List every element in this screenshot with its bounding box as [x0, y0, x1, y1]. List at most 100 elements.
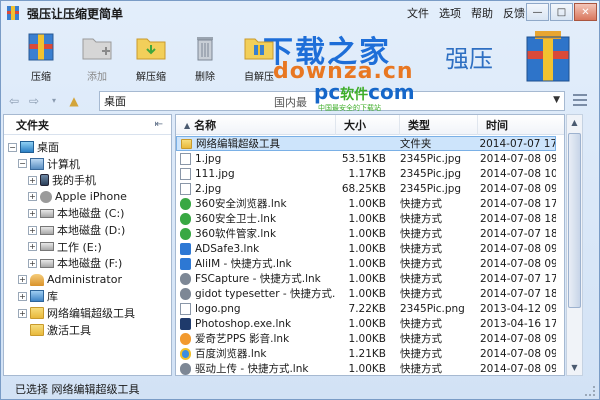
collapse-icon[interactable]: −	[8, 142, 17, 152]
back-arrow-icon[interactable]: ⇦	[7, 94, 21, 108]
cell-time: 2013-04-16 17:...	[480, 317, 556, 330]
table-row[interactable]: 360软件管家.lnk 1.00KB 快捷方式 2014-07-07 18:...	[176, 226, 556, 241]
column-time[interactable]: 时间	[478, 115, 564, 135]
minimize-button[interactable]: —	[526, 3, 549, 21]
tree-item-label: Administrator	[47, 273, 122, 287]
table-row[interactable]: Photoshop.exe.lnk 1.00KB 快捷方式 2013-04-16 17…	[176, 316, 556, 331]
table-row[interactable]: 百度浏览器.lnk 1.21KB 快捷方式 2014-07-08 09:...	[176, 346, 556, 361]
sort-asc-icon: ▲	[184, 120, 191, 130]
expand-icon[interactable]: +	[18, 291, 27, 301]
tree-item[interactable]: 激活工具	[18, 322, 91, 338]
table-row[interactable]: 111.jpg 1.17KB 2345Pic.jpg 2014-07-08 10:..…	[176, 166, 556, 181]
delete-button[interactable]: 删除	[183, 31, 227, 83]
tree-item[interactable]: − 桌面	[8, 139, 59, 155]
file-name: FSCapture - 快捷方式.lnk	[195, 273, 321, 285]
tree-item[interactable]: + 工作 (E:)	[28, 239, 102, 255]
tree-item[interactable]: + Administrator	[18, 272, 122, 288]
path-dropdown-icon[interactable]: ▼	[553, 95, 560, 105]
menu-file[interactable]: 文件	[407, 5, 429, 21]
shortcut-icon	[180, 287, 191, 300]
phone-icon	[40, 174, 49, 187]
extract-label: 解压缩	[136, 72, 166, 83]
forward-arrow-icon[interactable]: ⇨	[27, 94, 41, 108]
expand-icon[interactable]	[18, 325, 27, 334]
table-row[interactable]: ADSafe3.lnk 1.00KB 快捷方式 2014-07-08 09:...	[176, 241, 556, 256]
tree-item-label: 本地磁盘 (F:)	[57, 257, 123, 271]
compress-label: 压缩	[31, 72, 51, 83]
column-type[interactable]: 类型	[400, 115, 478, 135]
close-button[interactable]: ✕	[574, 3, 597, 21]
tree-item-label: 我的手机	[52, 174, 96, 188]
scroll-up-icon[interactable]: ▲	[567, 115, 582, 130]
cell-name: 111.jpg	[176, 167, 336, 180]
table-row[interactable]: 驱动上传 - 快捷方式.lnk 1.00KB 快捷方式 2014-07-08 09:.…	[176, 361, 556, 375]
pc-logo-tail: 软件	[340, 87, 369, 103]
expand-icon[interactable]: +	[28, 258, 37, 268]
scroll-thumb[interactable]	[568, 133, 581, 308]
maximize-button[interactable]: □	[550, 3, 573, 21]
file-name: Photoshop.exe.lnk	[195, 317, 292, 330]
view-mode-icon[interactable]	[573, 94, 587, 106]
file-rows: 网络编辑超级工具 文件夹 2014-07-07 17:... 1.jpg 53.51KB…	[176, 136, 556, 375]
tree-item[interactable]: − 计算机	[18, 156, 80, 172]
table-row[interactable]: 360安全浏览器.lnk 1.00KB 快捷方式 2014-07-08 17:...	[176, 196, 556, 211]
expand-icon[interactable]: +	[18, 308, 27, 318]
cell-size: 1.00KB	[348, 272, 386, 285]
title-bar[interactable]: 强压让压缩更简单 文件 选项 帮助 反馈 — □ ✕	[1, 1, 599, 25]
table-row[interactable]: 360安全卫士.lnk 1.00KB 快捷方式 2014-07-08 18:...	[176, 211, 556, 226]
expand-icon[interactable]: +	[28, 175, 37, 185]
folder-pane-header: 文件夹 ⇤	[4, 115, 171, 135]
dropdown-history-icon[interactable]: ▾	[47, 94, 61, 108]
tree-item[interactable]: + 本地磁盘 (C:)	[28, 205, 124, 221]
tree-item-label: 网络编辑超级工具	[47, 307, 135, 320]
tree-item[interactable]: + 本地磁盘 (F:)	[28, 255, 122, 271]
menu-help[interactable]: 帮助	[471, 5, 493, 21]
cell-size: 1.00KB	[348, 317, 386, 330]
file-name: 111.jpg	[195, 167, 235, 180]
tree-item-label: 计算机	[47, 157, 80, 171]
table-row[interactable]: 网络编辑超级工具 文件夹 2014-07-07 17:...	[176, 136, 556, 151]
shortcut-icon	[180, 257, 191, 270]
table-row[interactable]: 爱奇艺PPS 影音.lnk 1.00KB 快捷方式 2014-07-08 09:...	[176, 331, 556, 346]
column-header-row: ▲ 名称 大小 类型 时间	[176, 115, 564, 135]
cell-name: 360软件管家.lnk	[176, 226, 336, 241]
expand-icon[interactable]: +	[18, 275, 27, 285]
expand-icon[interactable]: +	[28, 225, 37, 235]
scroll-down-icon[interactable]: ▼	[567, 360, 582, 375]
add-button[interactable]: 添加	[75, 31, 119, 83]
cell-size: 1.00KB	[348, 287, 386, 300]
vertical-scrollbar[interactable]: ▲ ▼	[566, 114, 583, 376]
menu-feedback[interactable]: 反馈	[503, 5, 525, 21]
pin-icon[interactable]: ⇤	[155, 119, 163, 130]
tree-item[interactable]: + 网络编辑超级工具	[18, 305, 135, 321]
table-row[interactable]: AliIM - 快捷方式.lnk 1.00KB 快捷方式 2014-07-08 09:…	[176, 256, 556, 271]
table-row[interactable]: logo.png 7.22KB 2345Pic.png 2013-04-12 09:.…	[176, 301, 556, 316]
expand-icon[interactable]: +	[28, 192, 37, 202]
path-input[interactable]: 桌面 国内最 pc软件com 中国最安全的下载站 ▼	[99, 80, 565, 112]
cell-name: 网络编辑超级工具	[177, 136, 336, 151]
table-row[interactable]: FSCapture - 快捷方式.lnk 1.00KB 快捷方式 2014-07-07…	[176, 271, 556, 286]
menu-options[interactable]: 选项	[439, 5, 461, 21]
collapse-icon[interactable]: −	[18, 159, 27, 169]
resize-grip-icon[interactable]	[585, 386, 595, 396]
tree-item[interactable]: + Apple iPhone	[28, 189, 127, 205]
table-row[interactable]: 2.jpg 68.25KB 2345Pic.jpg 2014-07-08 09:...	[176, 181, 556, 196]
table-row[interactable]: 1.jpg 53.51KB 2345Pic.jpg 2014-07-08 09:...	[176, 151, 556, 166]
cell-size: 1.00KB	[348, 197, 386, 210]
column-size[interactable]: 大小	[336, 115, 400, 135]
compress-button[interactable]: 压缩	[19, 31, 63, 83]
up-folder-icon[interactable]: ▲	[67, 94, 81, 108]
table-row[interactable]: gidot typesetter - 快捷方式... 1.00KB 快捷方式 2014…	[176, 286, 556, 301]
column-name[interactable]: ▲ 名称	[176, 115, 336, 135]
tree-item[interactable]: + 库	[18, 288, 58, 304]
expand-icon[interactable]: +	[28, 208, 37, 218]
cell-name: 2.jpg	[176, 182, 336, 195]
tree-item[interactable]: + 本地磁盘 (D:)	[28, 222, 125, 238]
cell-time: 2014-07-07 17:...	[480, 272, 556, 285]
pc-logo-com: com	[368, 80, 415, 104]
extract-button[interactable]: 解压缩	[129, 31, 173, 83]
expand-icon[interactable]: +	[28, 242, 37, 252]
tree-item[interactable]: + 我的手机	[28, 172, 96, 188]
shortcut-icon	[180, 227, 191, 240]
cell-time: 2013-04-12 09:...	[480, 302, 556, 315]
